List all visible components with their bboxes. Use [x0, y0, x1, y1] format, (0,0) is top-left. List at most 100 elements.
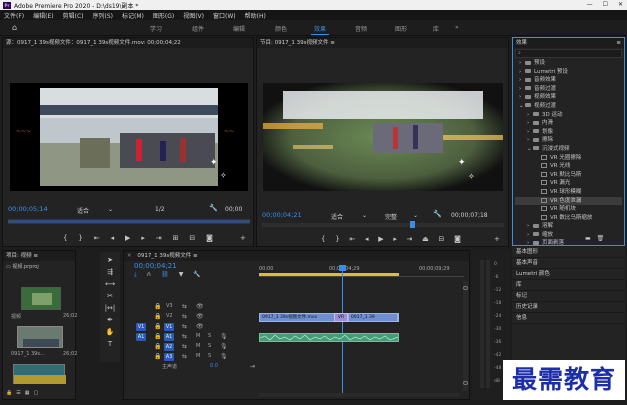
- timeline-horizontal-scrollbar[interactable]: [259, 393, 459, 397]
- timeline-timecode[interactable]: 00;00;04;21: [134, 262, 177, 270]
- sync-lock-icon[interactable]: ⇆: [182, 353, 187, 360]
- program-fit-chevron-icon[interactable]: ⌄: [362, 212, 367, 219]
- effects-tree-item[interactable]: ⌄ 视频过渡: [515, 102, 622, 111]
- ripple-edit-tool-icon[interactable]: ⟷: [105, 280, 115, 288]
- icon-view-icon[interactable]: ▦: [25, 390, 30, 396]
- effects-tree-item[interactable]: VR 光圈擦除: [515, 154, 622, 163]
- razor-tool-icon[interactable]: ✂: [107, 292, 113, 300]
- effects-tree-item[interactable]: VR 数比乌斯缩放: [515, 214, 622, 223]
- effects-panel-title[interactable]: 效果: [516, 38, 527, 48]
- overwrite-icon[interactable]: ⊟: [189, 234, 195, 242]
- track-v1-label[interactable]: V1: [164, 323, 174, 331]
- mic-icon[interactable]: 🎙: [220, 353, 228, 360]
- track-lock-icon[interactable]: 🔒: [154, 353, 161, 360]
- source-patch-a1[interactable]: A1: [136, 333, 146, 341]
- effects-tree-item[interactable]: › 溶解: [515, 222, 622, 231]
- mute-button[interactable]: M: [196, 343, 200, 349]
- mute-button[interactable]: M: [196, 353, 200, 359]
- track-v2-label[interactable]: V2: [166, 313, 173, 319]
- type-tool-icon[interactable]: T: [108, 340, 112, 348]
- effects-tree-item[interactable]: › 音频过渡: [515, 85, 622, 94]
- sync-lock-icon[interactable]: ⇆: [182, 313, 187, 320]
- source-timecode[interactable]: 00;00;05;14: [8, 205, 48, 213]
- list-view-icon[interactable]: ☰: [16, 390, 20, 396]
- panel-info[interactable]: 信息: [512, 313, 625, 324]
- mic-icon[interactable]: 🎙: [220, 343, 228, 350]
- workspace-tab-assembly[interactable]: 组件: [192, 24, 204, 33]
- program-resolution-dropdown[interactable]: 完整: [385, 212, 397, 221]
- eye-icon[interactable]: 👁: [196, 313, 204, 320]
- master-end-icon[interactable]: ⇥: [250, 363, 255, 370]
- slip-tool-icon[interactable]: |↔|: [105, 304, 116, 312]
- menu-help[interactable]: 帮助(H): [245, 11, 266, 20]
- menu-view[interactable]: 视图(V): [183, 11, 204, 20]
- effects-tree-item[interactable]: VR 随机块: [515, 205, 622, 214]
- menu-clip[interactable]: 剪辑(C): [63, 11, 84, 20]
- program-resolution-chevron-icon[interactable]: ⌄: [413, 212, 418, 219]
- program-scrubber[interactable]: [262, 221, 504, 228]
- menu-sequence[interactable]: 序列(S): [93, 11, 114, 20]
- panel-history[interactable]: 历史记录: [512, 302, 625, 313]
- menu-graphics[interactable]: 图形(G): [153, 11, 174, 20]
- track-a3-label[interactable]: A3: [164, 353, 174, 361]
- extract-icon[interactable]: ⊟: [438, 235, 444, 243]
- program-video-frame[interactable]: ✦ ✧: [263, 83, 503, 191]
- program-export-frame-icon[interactable]: ◙: [454, 235, 461, 243]
- program-monitor-header[interactable]: 节目: 0917_1 39s视频文件 ≡: [257, 38, 508, 48]
- playhead-handle[interactable]: [339, 265, 346, 271]
- minimize-button[interactable]: —: [587, 1, 593, 8]
- effects-tree-item[interactable]: › 预设: [515, 59, 622, 68]
- program-playhead[interactable]: [410, 221, 415, 228]
- export-frame-icon[interactable]: ◙: [206, 234, 213, 242]
- effects-tree-item[interactable]: › 音频效果: [515, 76, 622, 85]
- track-a2-label[interactable]: A2: [164, 343, 174, 351]
- step-back-icon[interactable]: ⇤: [94, 234, 100, 242]
- effects-tree-item[interactable]: VR 光线: [515, 162, 622, 171]
- effects-tree-item[interactable]: › 内滑: [515, 119, 622, 128]
- source-patch-v1[interactable]: V1: [136, 323, 146, 331]
- program-frame-back-icon[interactable]: ◂: [365, 235, 369, 243]
- work-area-bar[interactable]: [259, 273, 399, 276]
- menu-window[interactable]: 窗口(W): [213, 11, 236, 20]
- workspace-tab-graphics[interactable]: 图形: [395, 24, 407, 33]
- panel-essential-graphics[interactable]: 基本图形: [512, 247, 625, 258]
- program-fit-dropdown[interactable]: 适合: [331, 212, 343, 221]
- program-add-button-icon[interactable]: +: [494, 235, 500, 243]
- program-wrench-icon[interactable]: 🔧: [433, 210, 442, 218]
- mic-icon[interactable]: 🎙: [220, 333, 228, 340]
- effects-search-input[interactable]: ⌕: [515, 49, 622, 58]
- wrench-icon[interactable]: 🔧: [209, 204, 218, 212]
- sync-lock-icon[interactable]: ⇆: [182, 323, 187, 330]
- program-step-back-icon[interactable]: ⇤: [349, 235, 355, 243]
- workspace-tab-color[interactable]: 颜色: [275, 24, 287, 33]
- timeline-playhead[interactable]: [342, 267, 343, 397]
- effects-tree-item[interactable]: VR 球形模糊: [515, 188, 622, 197]
- frame-back-icon[interactable]: ◂: [111, 234, 115, 242]
- play-icon[interactable]: ▶: [125, 234, 130, 242]
- track-lock-icon[interactable]: 🔒: [154, 343, 161, 350]
- source-resolution-dropdown[interactable]: 1/2: [155, 206, 165, 213]
- timeline-header[interactable]: ✕ 0917_1 39s视频文件 ≡: [124, 251, 469, 261]
- program-mark-in-icon[interactable]: {: [321, 235, 325, 243]
- source-scrubber[interactable]: [8, 219, 250, 224]
- panel-lumetri-color[interactable]: Lumetri 颜色: [512, 269, 625, 280]
- effects-tree-item[interactable]: › 缩放: [515, 231, 622, 240]
- audio-clip-1[interactable]: [259, 333, 399, 342]
- new-bin-icon[interactable]: ▬: [585, 235, 591, 242]
- track-lock-icon[interactable]: 🔒: [154, 313, 161, 320]
- program-mark-out-icon[interactable]: }: [335, 235, 339, 243]
- source-add-button-icon[interactable]: +: [240, 234, 246, 242]
- solo-button[interactable]: S: [208, 353, 211, 359]
- source-video-frame[interactable]: ~~~ ~~ ✦ ✧: [10, 83, 248, 191]
- menu-marker[interactable]: 标记(M): [122, 11, 144, 20]
- effects-tree-item[interactable]: VR 默比乌斯: [515, 171, 622, 180]
- effects-tree-item[interactable]: VR 漏光: [515, 179, 622, 188]
- insert-sequence-icon[interactable]: ⤓: [134, 271, 137, 279]
- close-tab-icon[interactable]: ✕: [127, 253, 132, 259]
- video-clip-2[interactable]: 0917_1 39: [348, 313, 398, 322]
- program-step-forward-icon[interactable]: ⇥: [407, 235, 413, 243]
- project-clip-thumb-2[interactable]: [17, 326, 63, 348]
- lift-icon[interactable]: ⏏: [422, 235, 429, 243]
- sync-lock-icon[interactable]: ⇆: [182, 343, 187, 350]
- freeform-view-icon[interactable]: ▢: [33, 390, 38, 396]
